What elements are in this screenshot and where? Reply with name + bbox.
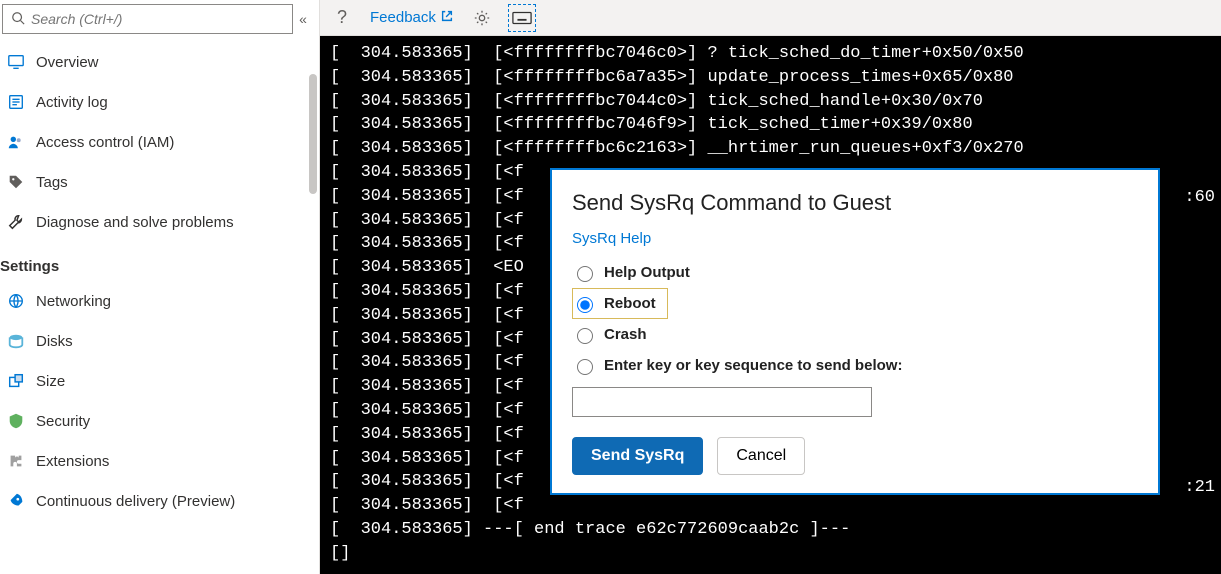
radio-label: Help Output (604, 264, 690, 281)
sidebar-item-access-control[interactable]: Access control (IAM) (0, 122, 307, 162)
nav-label: Continuous delivery (Preview) (36, 493, 235, 510)
radio-reboot[interactable]: Reboot (572, 288, 668, 319)
help-icon[interactable]: ? (330, 6, 354, 30)
radio-crash-input[interactable] (577, 328, 593, 344)
send-sysrq-button[interactable]: Send SysRq (572, 437, 703, 475)
radio-custom-key-input[interactable] (577, 359, 593, 375)
feedback-label: Feedback (370, 9, 436, 26)
sidebar-item-security[interactable]: Security (0, 401, 307, 441)
external-link-icon (440, 9, 454, 27)
console-fragment: :60 (1184, 186, 1215, 210)
gear-icon[interactable] (470, 6, 494, 30)
radio-help-output-input[interactable] (577, 266, 593, 282)
sysrq-help-link[interactable]: SysRq Help (572, 230, 651, 247)
sidebar-item-extensions[interactable]: Extensions (0, 441, 307, 481)
network-icon (6, 291, 26, 311)
cancel-button[interactable]: Cancel (717, 437, 805, 475)
nav-label: Security (36, 413, 90, 430)
collapse-sidebar-button[interactable]: « (293, 11, 313, 27)
rocket-icon (6, 491, 26, 511)
nav-label: Access control (IAM) (36, 134, 174, 151)
toolbar: ? Feedback (320, 0, 1221, 36)
disks-icon (6, 331, 26, 351)
tag-icon (6, 172, 26, 192)
size-icon (6, 371, 26, 391)
shield-icon (6, 411, 26, 431)
sidebar-item-continuous-delivery[interactable]: Continuous delivery (Preview) (0, 481, 307, 521)
nav-label: Networking (36, 293, 111, 310)
nav-label: Disks (36, 333, 73, 350)
sidebar: « Overview Activity log (0, 0, 320, 574)
people-icon (6, 132, 26, 152)
radio-crash[interactable]: Crash (572, 319, 1138, 350)
sidebar-item-overview[interactable]: Overview (0, 42, 307, 82)
nav-label: Activity log (36, 94, 108, 111)
radio-help-output[interactable]: Help Output (572, 257, 1138, 288)
log-icon (6, 92, 26, 112)
search-box[interactable] (2, 4, 293, 34)
serial-console[interactable]: [ 304.583365] [<ffffffffbc7046c0>] ? tic… (320, 36, 1221, 574)
sysrq-dialog: Send SysRq Command to Guest SysRq Help H… (550, 168, 1160, 495)
nav-label: Extensions (36, 453, 109, 470)
radio-label: Crash (604, 326, 647, 343)
feedback-link[interactable]: Feedback (370, 9, 454, 27)
sidebar-item-networking[interactable]: Networking (0, 281, 307, 321)
sidebar-item-size[interactable]: Size (0, 361, 307, 401)
nav-label: Diagnose and solve problems (36, 214, 234, 231)
wrench-icon (6, 212, 26, 232)
dialog-title: Send SysRq Command to Guest (572, 190, 1138, 216)
keyboard-icon[interactable] (510, 6, 534, 30)
search-icon (11, 11, 25, 28)
radio-custom-key[interactable]: Enter key or key sequence to send below: (572, 350, 1138, 381)
nav-label: Size (36, 373, 65, 390)
radio-reboot-input[interactable] (577, 297, 593, 313)
nav-label: Overview (36, 54, 99, 71)
puzzle-icon (6, 451, 26, 471)
nav-label: Tags (36, 174, 68, 191)
key-sequence-input[interactable] (572, 387, 872, 417)
section-settings: Settings (0, 242, 307, 281)
sidebar-item-activity-log[interactable]: Activity log (0, 82, 307, 122)
sidebar-item-diagnose[interactable]: Diagnose and solve problems (0, 202, 307, 242)
search-input[interactable] (25, 10, 284, 28)
radio-label: Reboot (604, 295, 656, 312)
radio-label: Enter key or key sequence to send below: (604, 357, 902, 374)
sidebar-item-disks[interactable]: Disks (0, 321, 307, 361)
monitor-icon (6, 52, 26, 72)
console-fragment: :21 (1184, 476, 1215, 500)
main-panel: ? Feedback (320, 0, 1221, 574)
sidebar-item-tags[interactable]: Tags (0, 162, 307, 202)
